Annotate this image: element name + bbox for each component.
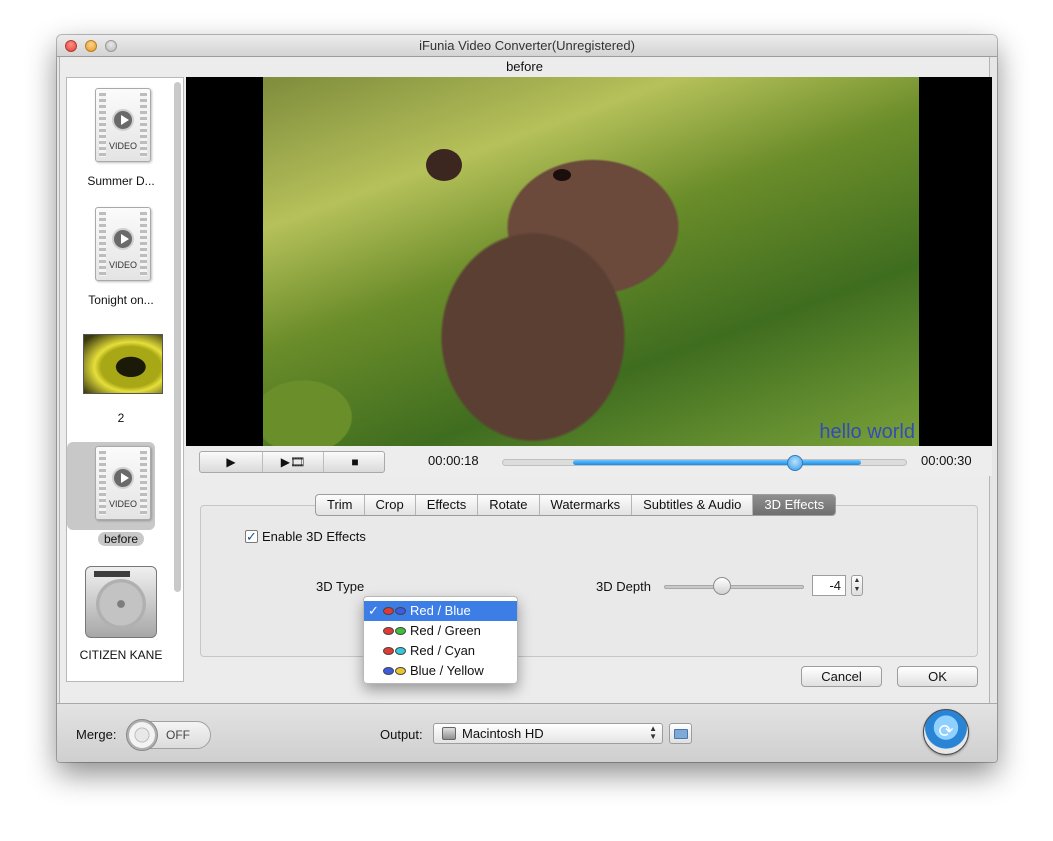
3d-glasses-icon (383, 607, 407, 616)
playback-controls: ▶ ▶🎞 ■ 00:00:18 00:00:30 (186, 446, 992, 476)
current-time: 00:00:18 (428, 453, 479, 468)
close-window-button[interactable] (65, 40, 77, 52)
next-frame-button[interactable]: ▶🎞 (262, 452, 324, 472)
enable-3d-checkbox[interactable]: ✓ (245, 530, 258, 543)
seek-slider[interactable] (502, 455, 907, 471)
merge-toggle-knob[interactable] (126, 719, 158, 751)
3d-glasses-icon (383, 647, 407, 656)
sheet-title: before (60, 57, 989, 76)
3d-depth-label: 3D Depth (596, 579, 651, 594)
edit-sheet: before VIDEO Summer D... VIDEO Tonight o… (59, 57, 992, 729)
sidebar-scrollbar[interactable] (174, 82, 181, 592)
seek-slider-fill (573, 460, 861, 465)
video-frame-image: hello world (263, 77, 919, 446)
end-time: 00:00:30 (921, 453, 972, 468)
menu-item-blue-yellow[interactable]: Blue / Yellow (364, 661, 517, 681)
enable-3d-label: Enable 3D Effects (262, 529, 366, 544)
hard-drive-icon (442, 727, 456, 740)
3d-depth-slider[interactable] (664, 585, 804, 589)
app-window: iFunia Video Converter(Unregistered) bef… (57, 35, 997, 762)
video-file-icon: VIDEO (95, 88, 151, 162)
file-item-2[interactable]: 2 (73, 334, 169, 434)
browse-folder-button[interactable] (669, 723, 692, 744)
zoom-window-button[interactable] (105, 40, 117, 52)
tab-rotate[interactable]: Rotate (478, 495, 540, 515)
file-item-label: 2 (117, 411, 125, 425)
file-item-label: Summer D... (87, 174, 155, 188)
seek-slider-knob[interactable] (786, 455, 803, 471)
output-label: Output: (380, 727, 423, 742)
cancel-button[interactable]: Cancel (801, 666, 882, 687)
menu-item-red-blue[interactable]: ✓ Red / Blue (364, 601, 517, 621)
video-thumbnail (83, 334, 163, 394)
3d-depth-slider-knob[interactable] (713, 577, 731, 595)
3d-glasses-icon (383, 667, 407, 676)
file-item-label: before (73, 532, 169, 546)
3d-depth-stepper[interactable]: ▲ ▼ (851, 575, 863, 596)
file-list-sidebar: VIDEO Summer D... VIDEO Tonight on... 2 (66, 77, 184, 682)
ok-button[interactable]: OK (897, 666, 978, 687)
tab-effects[interactable]: Effects (416, 495, 479, 515)
menu-item-red-cyan[interactable]: Red / Cyan (364, 641, 517, 661)
merge-toggle[interactable]: OFF (126, 719, 211, 751)
file-item-label: Tonight on... (88, 293, 154, 307)
tab-watermarks[interactable]: Watermarks (540, 495, 633, 515)
3d-depth-field[interactable]: -4 (812, 575, 846, 596)
title-bar: iFunia Video Converter(Unregistered) (57, 35, 997, 57)
playback-button-group: ▶ ▶🎞 ■ (199, 451, 385, 473)
stop-button[interactable]: ■ (324, 452, 386, 472)
video-preview: hello world (186, 77, 992, 446)
file-item-tonight[interactable]: VIDEO Tonight on... (73, 207, 169, 317)
select-arrows-icon: ▲ ▼ (649, 724, 657, 741)
play-button[interactable]: ▶ (200, 452, 262, 472)
edit-tabs: Trim Crop Effects Rotate Watermarks Subt… (315, 494, 837, 516)
checkmark-icon: ✓ (368, 603, 379, 618)
file-item-before[interactable]: VIDEO before (73, 446, 169, 556)
video-file-icon: VIDEO (95, 446, 151, 520)
file-item-label: CITIZEN KANE (79, 648, 163, 662)
tab-subtitles-audio[interactable]: Subtitles & Audio (632, 495, 754, 515)
menu-item-red-green[interactable]: Red / Green (364, 621, 517, 641)
bottom-toolbar: Merge: OFF Output: Macintosh HD ▲ ▼ ⟳ (57, 703, 997, 762)
tab-3d-effects[interactable]: 3D Effects (753, 495, 836, 515)
tab-trim[interactable]: Trim (316, 495, 365, 515)
file-item-citizen-kane[interactable]: CITIZEN KANE (73, 566, 169, 676)
tab-crop[interactable]: Crop (365, 495, 416, 515)
hard-drive-icon (85, 566, 157, 638)
window-title: iFunia Video Converter(Unregistered) (419, 38, 635, 53)
output-select[interactable]: Macintosh HD ▲ ▼ (433, 723, 663, 744)
convert-arrows-icon: ⟳ (938, 721, 954, 741)
3d-type-dropdown-menu: ✓ Red / Blue Red / Green Red / Cyan Blue… (363, 596, 518, 684)
merge-label: Merge: (76, 727, 117, 742)
effects-panel: ✓ Enable 3D Effects 3D Type 3D Depth -4 … (200, 505, 978, 657)
merge-state-label: OFF (166, 728, 190, 742)
watermark-overlay: hello world (819, 421, 915, 443)
video-file-icon: VIDEO (95, 207, 151, 281)
folder-icon (674, 729, 688, 739)
minimize-window-button[interactable] (85, 40, 97, 52)
3d-type-label: 3D Type (316, 579, 365, 594)
file-item-summer[interactable]: VIDEO Summer D... (73, 88, 169, 198)
3d-glasses-icon (383, 627, 407, 636)
convert-button[interactable]: ⟳ (923, 709, 969, 755)
